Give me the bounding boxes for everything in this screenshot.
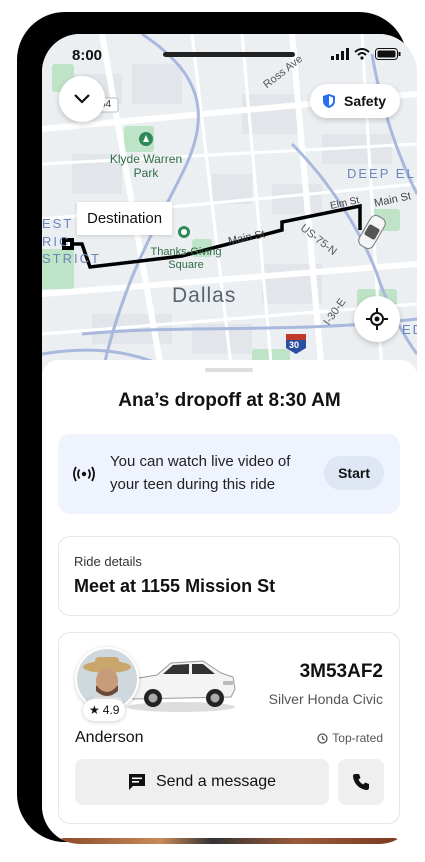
city-label: Dallas (172, 284, 237, 307)
license-plate: 3M53AF2 (299, 661, 383, 682)
status-time: 8:00 (72, 47, 103, 64)
star-icon: ★ (89, 703, 100, 717)
bottom-sheet: Ana’s dropoff at 8:30 AM You can watch l… (42, 360, 417, 844)
ed-label: ED (402, 322, 417, 337)
phone-frame: 54 30 Ross Ave Klyde Warren Park DEEP EL… (17, 12, 417, 844)
dropoff-headline: Ana’s dropoff at 8:30 AM (118, 390, 341, 411)
live-video-text: You can watch live video of your teen du… (110, 453, 291, 493)
wifi-icon (354, 48, 370, 60)
top-rated-label: Top-rated (332, 731, 383, 745)
send-message-label: Send a message (155, 773, 277, 790)
screen: 54 30 Ross Ave Klyde Warren Park DEEP EL… (42, 34, 417, 844)
park-label: Klyde Warren Park (109, 152, 183, 180)
vehicle-model: Silver Honda Civic (268, 691, 383, 707)
collapse-button[interactable] (59, 76, 105, 122)
sheet-handle[interactable] (205, 368, 253, 372)
ride-details-card[interactable]: Ride details Meet at 1155 Mission St (58, 536, 400, 616)
district-label-3: STRICT (42, 251, 101, 266)
ride-details-value: Meet at 1155 Mission St (74, 576, 276, 596)
status-bar: 8:00 (42, 34, 417, 78)
shield-30: 30 (289, 340, 300, 350)
district-label-1: EST (42, 216, 74, 231)
status-icons (331, 48, 401, 60)
media-strip-preview (58, 838, 400, 844)
crosshair-icon (366, 308, 388, 330)
safety-button[interactable]: Safety (310, 84, 401, 118)
driver-rating: ★ 4.9 (83, 699, 126, 721)
district-label-2: RIC (42, 234, 71, 249)
dynamic-island (163, 52, 295, 57)
vehicle-image (123, 643, 239, 715)
top-rated-badge: Top-rated (317, 731, 383, 745)
rating-value: 4.9 (102, 703, 120, 717)
call-button[interactable] (338, 759, 384, 805)
live-video-card: You can watch live video of your teen du… (58, 434, 400, 514)
recenter-button[interactable] (354, 296, 400, 342)
send-message-button[interactable]: Send a message (75, 759, 329, 805)
shield-icon (323, 94, 335, 108)
message-icon (128, 774, 145, 790)
ride-details-label: Ride details (74, 554, 142, 569)
chevron-down-icon (74, 94, 90, 104)
map-view[interactable]: 54 30 Ross Ave Klyde Warren Park DEEP EL… (42, 34, 417, 376)
start-video-button[interactable]: Start (324, 456, 384, 490)
driver-name: Anderson (75, 729, 144, 746)
badge-icon (317, 732, 328, 744)
car-icon (127, 660, 236, 712)
broadcast-icon (73, 466, 95, 482)
deep-ellum-label: DEEP EL (347, 166, 416, 181)
safety-label: Safety (344, 93, 387, 109)
phone-icon (353, 774, 369, 790)
square-label: Thanks-Giving Square (150, 246, 222, 271)
signal-icon (331, 48, 349, 60)
battery-icon (375, 48, 401, 60)
driver-card: ★ 4.9 3M53AF2 Silver Honda Civic Anderso… (58, 632, 400, 824)
destination-label: Destination (77, 202, 173, 235)
